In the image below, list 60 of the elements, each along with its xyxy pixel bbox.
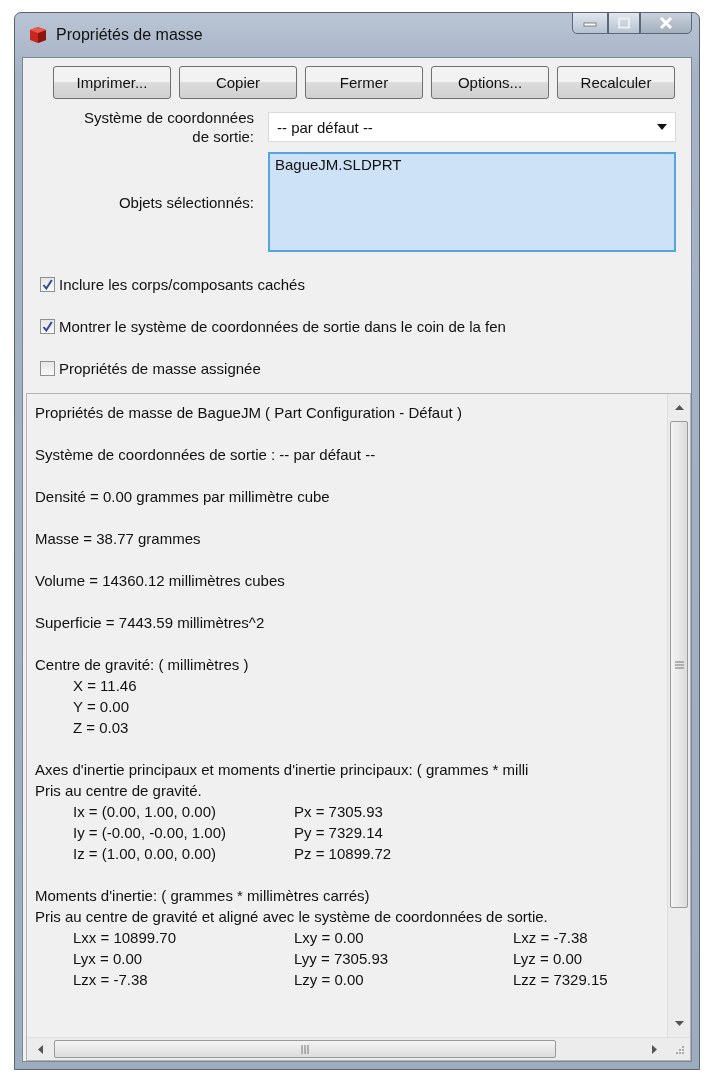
report-value: Lzx = -7.38	[73, 970, 148, 990]
report-value: Py = 7329.14	[294, 823, 383, 843]
minimize-icon	[583, 19, 597, 27]
dialog-button[interactable]: Options...	[431, 66, 549, 99]
report-value: Z = 0.03	[73, 718, 129, 738]
report-value: Ix = (0.00, 1.00, 0.00)	[73, 802, 216, 822]
report-value: X = 11.46	[73, 676, 137, 696]
report-line: Système de coordonnées de sortie : -- par défaut --	[35, 445, 376, 465]
report-value: Lyx = 0.00	[73, 949, 143, 969]
app-icon	[28, 25, 48, 45]
dialog-button[interactable]: Imprimer...	[53, 66, 171, 99]
resize-grip-icon[interactable]	[673, 1043, 685, 1055]
minimize-button[interactable]	[572, 12, 608, 34]
dialog-button[interactable]: Copier	[179, 66, 297, 99]
report-value: Pz = 10899.72	[294, 844, 392, 864]
report-value: Lyy = 7305.93	[294, 949, 389, 969]
report-value: Lzz = 7329.15	[513, 970, 608, 990]
checkbox[interactable]	[40, 361, 55, 376]
report-line: Centre de gravité: ( millimètres )	[35, 655, 249, 675]
maximize-icon	[617, 17, 631, 29]
checkbox[interactable]	[40, 277, 55, 292]
report-value: Lxy = 0.00	[294, 928, 364, 948]
scroll-right-icon[interactable]	[652, 1044, 657, 1054]
checkbox-label: Inclure les corps/composants cachés	[59, 276, 305, 293]
report-value: Iz = (1.00, 0.00, 0.00)	[73, 844, 216, 864]
report-line: Axes d'inertie principaux et moments d'inertie principaux: ( grammes * milli	[35, 760, 529, 780]
report-line: Volume = 14360.12 millimètres cubes	[35, 571, 285, 591]
report-line: Propriétés de masse de BagueJM ( Part Configuration - Défaut )	[35, 403, 462, 423]
caret-icon	[657, 124, 667, 130]
coordinate-system-dropdown[interactable]: -- par défaut --	[268, 112, 676, 142]
report-line: Moments d'inertie: ( grammes * millimètres carrés)	[35, 886, 370, 906]
scroll-down-icon[interactable]	[674, 1021, 684, 1026]
report-value: Lxx = 10899.70	[73, 928, 176, 948]
report-line: Masse = 38.77 grammes	[35, 529, 201, 549]
field-label: Système de coordonnées de sortie:	[82, 108, 255, 146]
dialog-button[interactable]: Fermer	[305, 66, 423, 99]
checkbox-label: Montrer le système de coordonnées de sortie dans le coin de la fen	[59, 318, 506, 335]
maximize-button[interactable]	[608, 12, 640, 34]
list-item[interactable]: BagueJM.SLDPRT	[275, 156, 402, 173]
scrollbar-thumb[interactable]	[670, 421, 688, 908]
close-icon	[658, 16, 674, 30]
report-value: Px = 7305.93	[294, 802, 383, 822]
field-label: Objets sélectionnés:	[117, 192, 255, 212]
report-value: Y = 0.00	[73, 697, 130, 717]
scroll-left-icon[interactable]	[38, 1044, 43, 1054]
checkbox[interactable]	[40, 319, 55, 334]
report-value: Iy = (-0.00, -0.00, 1.00)	[73, 823, 226, 843]
report-line: Pris au centre de gravité.	[35, 781, 202, 801]
report-value: Lyz = 0.00	[513, 949, 583, 969]
window-title: Propriétés de masse	[56, 26, 203, 44]
scroll-up-icon[interactable]	[674, 405, 684, 410]
report-value: Lxz = -7.38	[513, 928, 588, 948]
report-line: Superficie = 7443.59 millimètres^2	[35, 613, 265, 633]
report-value: Lzy = 0.00	[294, 970, 364, 990]
report-line: Pris au centre de gravité et aligné avec le système de coordonnées de sortie.	[35, 907, 548, 927]
checkbox-label: Propriétés de masse assignée	[59, 360, 261, 377]
dialog-button[interactable]: Recalculer	[557, 66, 675, 99]
scrollbar-thumb[interactable]	[54, 1040, 556, 1058]
close-button[interactable]	[640, 12, 692, 34]
report-line: Densité = 0.00 grammes par millimètre cube	[35, 487, 330, 507]
